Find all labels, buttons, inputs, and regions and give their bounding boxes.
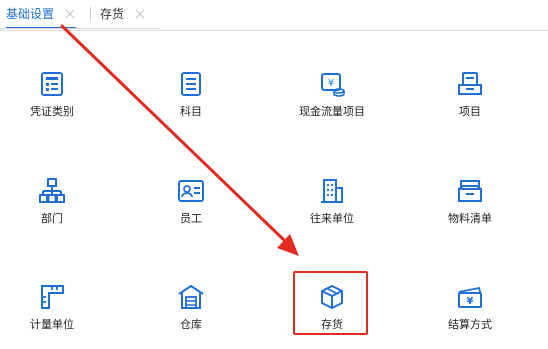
settlement-yen-icon: ¥	[458, 286, 482, 308]
close-icon[interactable]	[64, 8, 76, 20]
tile-label: 员工	[180, 213, 202, 225]
tile-label: 结算方式	[448, 319, 492, 331]
voucher-category-icon	[41, 72, 63, 96]
tile-settlement-method[interactable]: ¥ 结算方式	[415, 283, 525, 349]
tab-bar: 基础设置 存货	[0, 0, 548, 31]
svg-text:¥: ¥	[467, 296, 474, 307]
inventory-highlight-box	[293, 271, 368, 335]
tile-label: 计量单位	[30, 319, 74, 331]
warehouse-icon	[178, 284, 204, 309]
tile-voucher-category[interactable]: 凭证类别	[0, 70, 107, 140]
tile-subject[interactable]: 科目	[136, 70, 246, 140]
tile-employee[interactable]: 员工	[136, 177, 246, 247]
tab-separator	[90, 7, 91, 21]
tile-label: 仓库	[180, 319, 202, 331]
employee-card-icon	[178, 180, 204, 202]
tile-department[interactable]: 部门	[0, 177, 107, 247]
tile-trading-partner[interactable]: 往来单位	[277, 177, 387, 247]
tile-warehouse[interactable]: 仓库	[136, 283, 246, 349]
project-tray-icon	[458, 72, 482, 95]
tile-unit-of-measure[interactable]: 计量单位	[0, 283, 107, 349]
tile-label: 项目	[459, 106, 481, 118]
tile-label: 部门	[41, 213, 63, 225]
tab-label: 基础设置	[6, 7, 55, 21]
cash-flow-icon: ¥	[321, 73, 345, 97]
material-box-icon	[458, 180, 482, 202]
tab-inventory[interactable]: 存货	[100, 0, 146, 27]
svg-text:¥: ¥	[328, 78, 334, 89]
subject-list-icon	[181, 72, 201, 96]
company-building-icon	[321, 179, 343, 203]
department-org-icon	[39, 178, 65, 203]
tab-basic-settings[interactable]: 基础设置	[6, 0, 77, 29]
tile-label: 现金流量项目	[299, 106, 365, 118]
tab-underline	[0, 28, 160, 29]
ruler-icon	[41, 285, 64, 309]
basic-settings-page: 基础设置 存货 凭证类别 科目 ¥ 现金流量项目 项目 部门 员工 往来单位 物…	[0, 0, 548, 349]
tile-label: 科目	[180, 106, 202, 118]
tile-project[interactable]: 项目	[415, 70, 525, 140]
tile-label: 物料清单	[448, 213, 492, 225]
tile-label: 凭证类别	[30, 106, 74, 118]
tile-bill-of-materials[interactable]: 物料清单	[415, 177, 525, 247]
tile-cash-flow-item[interactable]: ¥ 现金流量项目	[277, 70, 387, 140]
close-icon[interactable]	[134, 8, 146, 20]
tile-label: 往来单位	[310, 213, 354, 225]
tab-label: 存货	[100, 7, 125, 21]
